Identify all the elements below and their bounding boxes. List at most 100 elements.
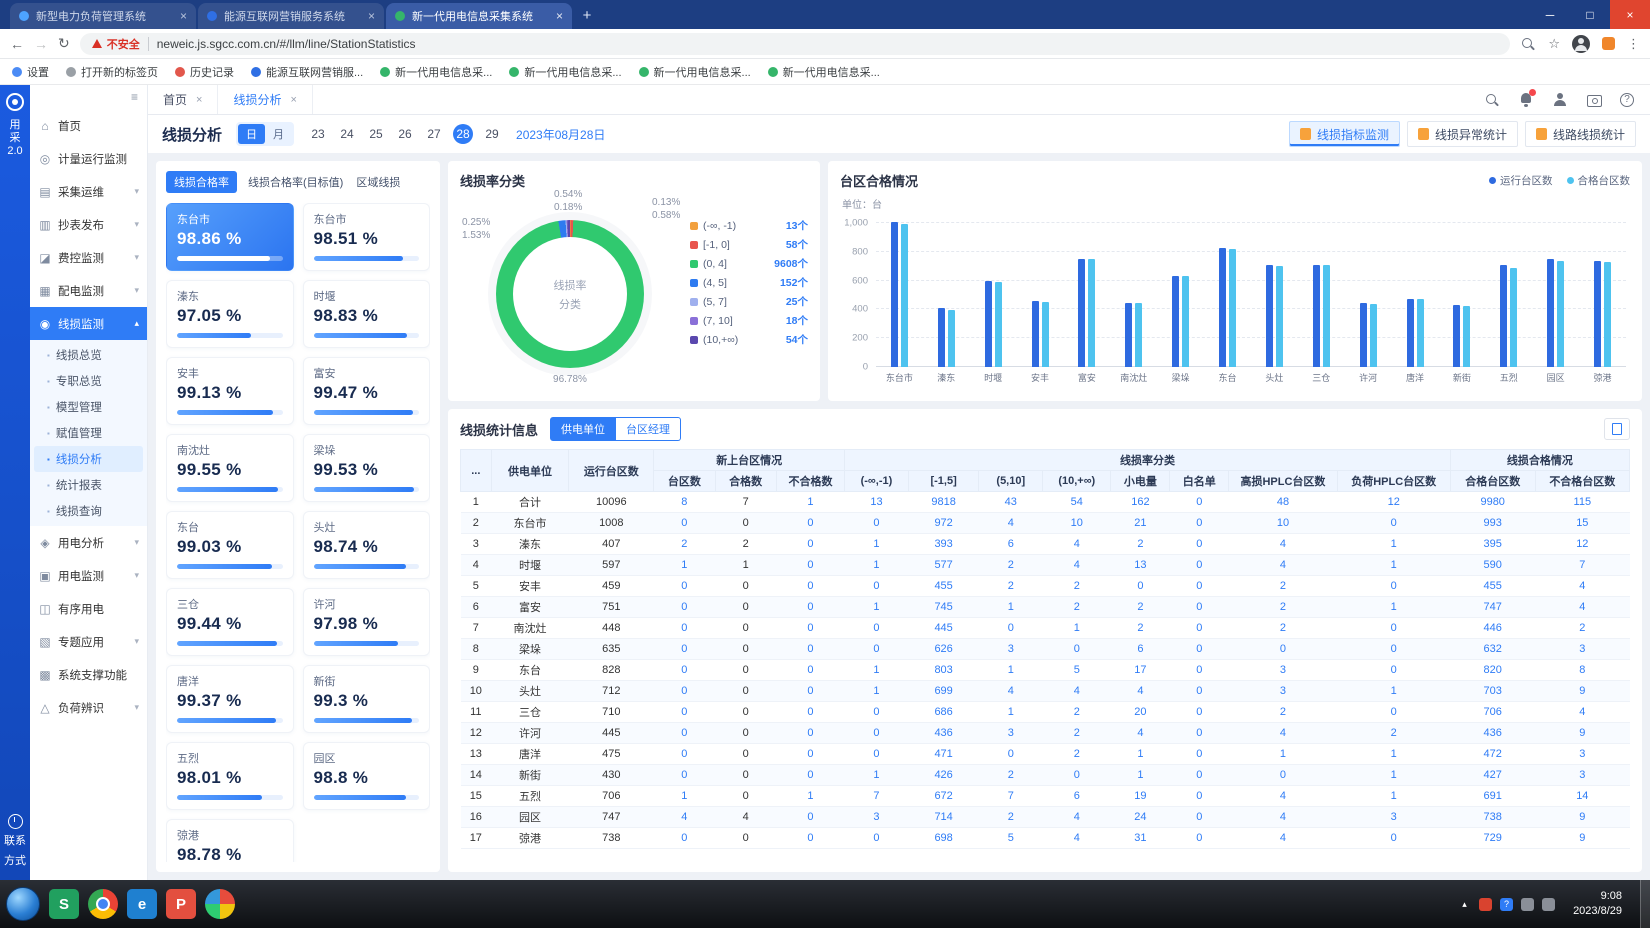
table-cell-link[interactable]: 4 (979, 513, 1043, 534)
table-cell-link[interactable]: 0 (845, 576, 909, 597)
window-minimize-button[interactable]: ─ (1530, 0, 1570, 29)
bar-group[interactable] (1392, 299, 1439, 367)
sidebar-subitem[interactable]: ▪线损分析 (34, 446, 143, 472)
notification-bell-icon[interactable] (1518, 92, 1534, 108)
table-cell-link[interactable]: 0 (654, 597, 715, 618)
table-cell-link[interactable]: 0 (1170, 555, 1229, 576)
table-cell-link[interactable]: 2 (979, 576, 1043, 597)
table-cell-link[interactable]: 0 (776, 534, 844, 555)
sidebar-item[interactable]: ◉线损监测▴ (30, 307, 147, 340)
table-cell-link[interactable]: 0 (654, 576, 715, 597)
app-search-icon[interactable] (1484, 92, 1500, 108)
table-cell-link[interactable]: 0 (654, 765, 715, 786)
table-cell-link[interactable]: 9 (1535, 681, 1629, 702)
taskbar-ie-icon[interactable]: e (127, 889, 157, 919)
tab-close-icon[interactable]: × (196, 94, 202, 106)
day-option[interactable]: 25 (366, 124, 386, 144)
table-cell-link[interactable]: 0 (654, 702, 715, 723)
sidebar-subitem[interactable]: ▪专职总览 (30, 368, 147, 394)
table-cell-link[interactable]: 0 (1229, 765, 1337, 786)
table-cell-link[interactable]: 10 (1043, 513, 1111, 534)
table-cell-link[interactable]: 0 (1170, 660, 1229, 681)
window-close-button[interactable]: × (1610, 0, 1650, 29)
table-cell-link[interactable]: 4 (1535, 576, 1629, 597)
table-cell-link[interactable]: 4 (1229, 807, 1337, 828)
table-cell-link[interactable]: 0 (1170, 513, 1229, 534)
sidebar-item[interactable]: ◫有序用电 (30, 592, 147, 625)
table-cell-link[interactable]: 0 (654, 744, 715, 765)
table-cell-link[interactable]: 7 (979, 786, 1043, 807)
view-tab[interactable]: 线损指标监测 (1289, 121, 1400, 147)
table-toggle-option[interactable]: 供电单位 (550, 417, 616, 441)
taskbar-chrome-icon[interactable] (88, 889, 118, 919)
table-cell-link[interactable]: 472 (1450, 744, 1535, 765)
day-option[interactable]: 26 (395, 124, 415, 144)
legend-item[interactable]: (4, 5]152个 (690, 273, 808, 292)
table-cell-link[interactable]: 4 (1229, 555, 1337, 576)
table-cell-link[interactable]: 162 (1111, 492, 1170, 513)
tray-security-icon[interactable] (1479, 898, 1492, 911)
legend-item[interactable]: (10,+∞)54个 (690, 330, 808, 349)
rate-panel-tab[interactable]: 线损合格率 (166, 171, 237, 193)
sidebar-item[interactable]: ▤采集运维▾ (30, 175, 147, 208)
table-cell-link[interactable]: 436 (908, 723, 979, 744)
legend-item[interactable]: (0, 4]9608个 (690, 254, 808, 273)
table-cell-link[interactable]: 2 (1111, 618, 1170, 639)
table-cell-link[interactable]: 4 (979, 681, 1043, 702)
table-cell-link[interactable]: 4 (1229, 534, 1337, 555)
table-cell-link[interactable]: 2 (1043, 576, 1111, 597)
table-cell-link[interactable]: 48 (1229, 492, 1337, 513)
table-cell-link[interactable]: 1 (979, 597, 1043, 618)
view-tab[interactable]: 线路线损统计 (1525, 121, 1636, 147)
forward-icon[interactable]: → (34, 36, 48, 52)
bar-group[interactable] (1345, 303, 1392, 367)
extension-icon[interactable] (1602, 37, 1615, 50)
table-cell-link[interactable]: 6 (979, 534, 1043, 555)
city-card[interactable]: 许河97.98 % (303, 588, 431, 656)
table-cell-link[interactable]: 738 (1450, 807, 1535, 828)
table-cell-link[interactable]: 24 (1111, 807, 1170, 828)
table-cell-link[interactable]: 0 (1337, 660, 1450, 681)
bookmark-item[interactable]: 新一代用电信息采... (509, 64, 621, 80)
table-cell-link[interactable]: 4 (1535, 702, 1629, 723)
table-cell-link[interactable]: 0 (845, 618, 909, 639)
table-cell-link[interactable]: 19 (1111, 786, 1170, 807)
table-cell-link[interactable]: 2 (979, 765, 1043, 786)
table-cell-link[interactable]: 0 (776, 618, 844, 639)
table-cell-link[interactable]: 4 (654, 807, 715, 828)
table-cell-link[interactable]: 2 (654, 534, 715, 555)
table-cell-link[interactable]: 577 (908, 555, 979, 576)
table-cell-link[interactable]: 590 (1450, 555, 1535, 576)
table-cell-link[interactable]: 0 (776, 702, 844, 723)
screenshot-icon[interactable] (1586, 92, 1602, 108)
sidebar-item[interactable]: ▩系统支撑功能 (30, 658, 147, 691)
table-cell-link[interactable]: 455 (908, 576, 979, 597)
bar-group[interactable] (1298, 265, 1345, 367)
table-cell-link[interactable]: 2 (1043, 723, 1111, 744)
table-row[interactable]: 15五烈7061017672761904169114 (461, 786, 1630, 807)
table-cell-link[interactable]: 0 (845, 639, 909, 660)
workspace-tab[interactable]: 首页× (148, 85, 218, 114)
table-cell-link[interactable]: 1 (1337, 681, 1450, 702)
table-cell-link[interactable]: 14 (1535, 786, 1629, 807)
table-cell-link[interactable]: 0 (654, 639, 715, 660)
table-cell-link[interactable]: 0 (776, 639, 844, 660)
table-cell-link[interactable]: 714 (908, 807, 979, 828)
table-cell-link[interactable]: 0 (776, 555, 844, 576)
table-cell-link[interactable]: 21 (1111, 513, 1170, 534)
table-cell-link[interactable]: 13 (1111, 555, 1170, 576)
table-cell-link[interactable]: 436 (1450, 723, 1535, 744)
help-icon[interactable]: ? (1620, 93, 1634, 107)
bookmark-item[interactable]: 新一代用电信息采... (639, 64, 751, 80)
table-cell-link[interactable]: 2 (1043, 744, 1111, 765)
table-cell-link[interactable]: 0 (1337, 576, 1450, 597)
table-cell-link[interactable]: 10 (1229, 513, 1337, 534)
city-card[interactable]: 东台市98.86 % (166, 203, 294, 271)
table-row[interactable]: 8梁垛63500006263060006323 (461, 639, 1630, 660)
bar-group[interactable] (1204, 248, 1251, 367)
table-cell-link[interactable]: 0 (1043, 639, 1111, 660)
table-cell-link[interactable]: 0 (979, 744, 1043, 765)
table-cell-link[interactable]: 3 (979, 723, 1043, 744)
table-cell-link[interactable]: 0 (1337, 513, 1450, 534)
table-cell-link[interactable]: 747 (1450, 597, 1535, 618)
